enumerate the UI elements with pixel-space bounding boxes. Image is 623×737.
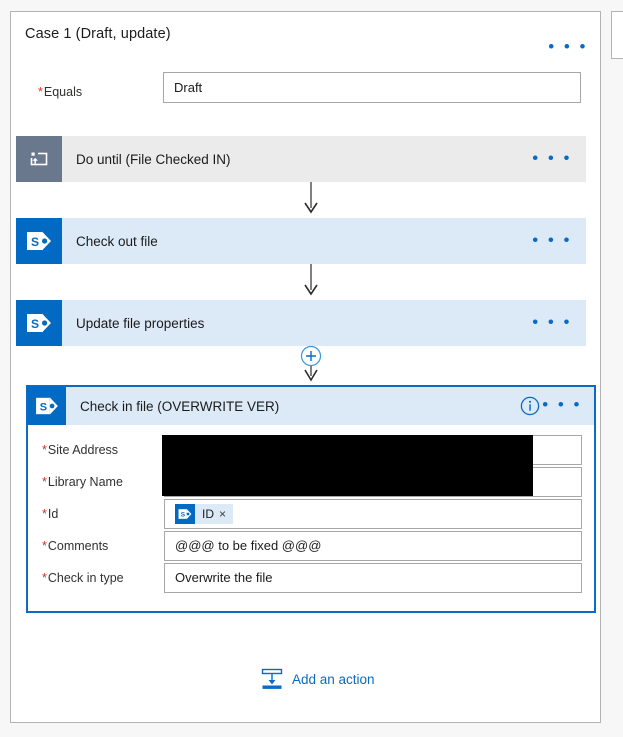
required-asterisk: *: [42, 443, 47, 457]
comments-input[interactable]: @@@ to be fixed @@@: [164, 531, 582, 561]
site-address-label-text: Site Address: [47, 443, 119, 457]
flow-block-check-out-file[interactable]: S Check out file • • •: [16, 218, 586, 264]
flow-block-update-file-properties[interactable]: S Update file properties • • •: [16, 300, 586, 346]
flow-block-update-file-properties-body: Update file properties • • •: [62, 300, 586, 346]
svg-text:S: S: [40, 402, 47, 414]
check-in-file-menu-button[interactable]: • • •: [542, 396, 582, 413]
check-in-type-label-text: Check in type: [47, 571, 124, 585]
check-in-file-title: Check in file (OVERWRITE VER): [80, 398, 280, 414]
flow-block-do-until-body: Do until (File Checked IN) • • •: [62, 136, 586, 182]
sharepoint-icon: S: [28, 387, 66, 425]
id-input[interactable]: S ID ×: [164, 499, 582, 529]
add-an-action-button[interactable]: Add an action: [261, 668, 375, 690]
id-label-text: Id: [47, 507, 59, 521]
comments-label: *Comments: [42, 539, 108, 553]
id-label: *Id: [42, 507, 58, 521]
check-in-file-header: S Check in file (OVERWRITE VER) • • •: [28, 387, 594, 425]
field-row-check-in-type: *Check in type Overwrite the file: [28, 563, 594, 595]
condition-row: *Equals Draft: [11, 72, 600, 112]
flow-block-label: Check out file: [76, 233, 158, 249]
sharepoint-icon: S: [16, 218, 62, 264]
field-row-comments: *Comments @@@ to be fixed @@@: [28, 531, 594, 563]
site-address-label: *Site Address: [42, 443, 118, 457]
flow-block-label: Do until (File Checked IN): [76, 151, 231, 167]
required-asterisk: *: [42, 475, 47, 489]
flow-block-check-out-file-body: Check out file • • •: [62, 218, 586, 264]
page-title: Case 1 (Draft, update): [25, 26, 171, 42]
sharepoint-icon: S: [16, 300, 62, 346]
do-until-loop-icon: [16, 136, 62, 182]
add-action-icon: [261, 668, 283, 689]
id-token-label: ID: [202, 507, 214, 521]
comments-label-text: Comments: [47, 539, 109, 553]
equals-label-text: Equals: [43, 85, 83, 99]
flow-block-check-out-file-menu-button[interactable]: • • •: [532, 232, 572, 249]
library-name-label-text: Library Name: [47, 475, 123, 489]
id-token-chip[interactable]: S ID ×: [175, 504, 234, 524]
close-icon[interactable]: ×: [219, 500, 233, 528]
equals-input[interactable]: Draft: [163, 72, 581, 103]
screen: Case 1 (Draft, update) • • • *Equals Dra…: [0, 0, 623, 737]
case-card: Case 1 (Draft, update) • • • *Equals Dra…: [10, 11, 601, 723]
equals-label: *Equals: [38, 85, 82, 99]
redaction-overlay: [162, 435, 533, 496]
flow-block-do-until-menu-button[interactable]: • • •: [532, 150, 572, 167]
library-name-label: *Library Name: [42, 475, 123, 489]
svg-text:S: S: [31, 235, 39, 249]
plus-circle-icon[interactable]: [300, 345, 322, 367]
required-asterisk: *: [42, 539, 47, 553]
flow-block-update-file-properties-menu-button[interactable]: • • •: [532, 314, 572, 331]
required-asterisk: *: [38, 85, 43, 99]
field-row-id: *Id S ID ×: [28, 499, 594, 531]
required-asterisk: *: [42, 507, 47, 521]
check-in-type-label: *Check in type: [42, 571, 124, 585]
required-asterisk: *: [42, 571, 47, 585]
info-circle-icon[interactable]: [520, 396, 540, 416]
svg-text:S: S: [181, 512, 186, 519]
check-in-file-card[interactable]: S Check in file (OVERWRITE VER) • • • *S…: [26, 385, 596, 613]
svg-text:S: S: [31, 317, 39, 331]
case-header: Case 1 (Draft, update) • • •: [11, 12, 600, 60]
add-an-action-label: Add an action: [292, 671, 375, 687]
sharepoint-icon: S: [175, 504, 195, 524]
check-in-type-dropdown[interactable]: Overwrite the file: [164, 563, 582, 593]
right-side-panel: [611, 11, 623, 59]
flow-block-label: Update file properties: [76, 315, 205, 331]
flow-block-do-until[interactable]: Do until (File Checked IN) • • •: [16, 136, 586, 182]
case-overflow-menu-button[interactable]: • • •: [548, 38, 588, 55]
